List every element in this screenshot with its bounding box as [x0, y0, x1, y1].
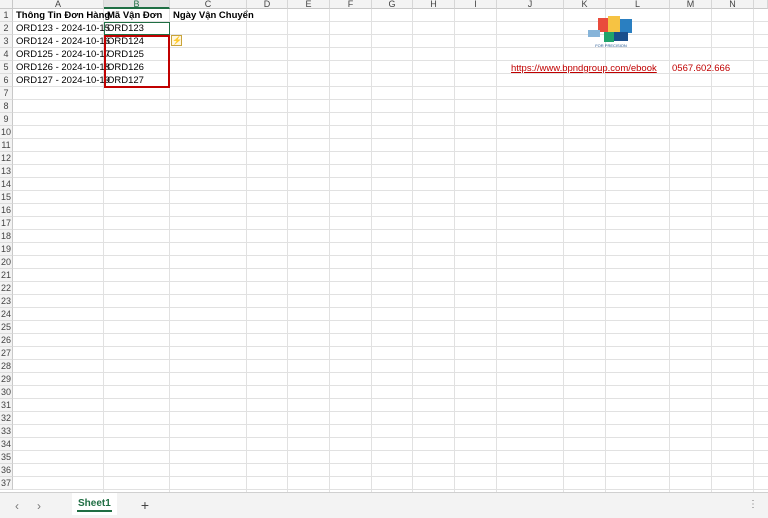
row-header-3[interactable]: 3 [0, 35, 13, 48]
row-header-6[interactable]: 6 [0, 74, 13, 87]
row-header-1[interactable]: 1 [0, 9, 13, 22]
column-header-d[interactable]: D [247, 0, 288, 9]
flash-fill-options-icon[interactable]: ⚡ [171, 35, 182, 46]
prev-sheet-button[interactable]: ‹ [10, 499, 24, 513]
cell-b1[interactable]: Mã Vận Đơn [107, 9, 162, 22]
more-options-icon[interactable]: ⋮ [748, 499, 758, 510]
selection-highlight-box [104, 35, 170, 88]
row-header-25[interactable]: 25 [0, 321, 13, 334]
row-header-17[interactable]: 17 [0, 217, 13, 230]
row-header-28[interactable]: 28 [0, 360, 13, 373]
row-header-10[interactable]: 10 [0, 126, 13, 139]
row-header-2[interactable]: 2 [0, 22, 13, 35]
row-header-37[interactable]: 37 [0, 477, 13, 490]
next-sheet-button[interactable]: › [32, 499, 46, 513]
column-header-j[interactable]: J [497, 0, 564, 9]
cell-a2[interactable]: ORD123 - 2024-10-15 [16, 22, 110, 35]
logo-caption: FOR PRECISION [595, 43, 627, 48]
row-header-31[interactable]: 31 [0, 399, 13, 412]
row-header-29[interactable]: 29 [0, 373, 13, 386]
row-header-23[interactable]: 23 [0, 295, 13, 308]
column-header-l[interactable]: L [606, 0, 670, 9]
active-cell-outline [104, 22, 170, 35]
row-header-34[interactable]: 34 [0, 438, 13, 451]
cell-c1[interactable]: Ngày Vận Chuyển [173, 9, 254, 22]
cell-a4[interactable]: ORD125 - 2024-10-17 [16, 48, 110, 61]
row-header-15[interactable]: 15 [0, 191, 13, 204]
cell-a3[interactable]: ORD124 - 2024-10-16 [16, 35, 110, 48]
column-header-m[interactable]: M [670, 0, 712, 9]
column-header-k[interactable]: K [564, 0, 606, 9]
column-header-g[interactable]: G [372, 0, 413, 9]
row-header-5[interactable]: 5 [0, 61, 13, 74]
column-header-o[interactable] [754, 0, 768, 9]
row-header-16[interactable]: 16 [0, 204, 13, 217]
row-header-26[interactable]: 26 [0, 334, 13, 347]
add-sheet-button[interactable]: + [138, 498, 152, 512]
column-header-h[interactable]: H [413, 0, 455, 9]
row-header-20[interactable]: 20 [0, 256, 13, 269]
column-header-i[interactable]: I [455, 0, 497, 9]
column-header-a[interactable]: A [13, 0, 104, 9]
column-header-f[interactable]: F [330, 0, 372, 9]
row-header-11[interactable]: 11 [0, 139, 13, 152]
row-header-36[interactable]: 36 [0, 464, 13, 477]
cell-a5[interactable]: ORD126 - 2024-10-18 [16, 61, 110, 74]
row-header-27[interactable]: 27 [0, 347, 13, 360]
row-header-13[interactable]: 13 [0, 165, 13, 178]
row-header-21[interactable]: 21 [0, 269, 13, 282]
sheet-tab-bar: ‹ › Sheet1 + ⋮ [0, 492, 768, 518]
row-header-12[interactable]: 12 [0, 152, 13, 165]
row-header-7[interactable]: 7 [0, 87, 13, 100]
row-header-8[interactable]: 8 [0, 100, 13, 113]
column-header-c[interactable]: C [170, 0, 247, 9]
row-header-24[interactable]: 24 [0, 308, 13, 321]
sheet-tab-sheet1[interactable]: Sheet1 [72, 493, 117, 515]
ebook-link[interactable]: https://www.bpndgroup.com/ebook [511, 62, 657, 75]
row-header-19[interactable]: 19 [0, 243, 13, 256]
row-header-30[interactable]: 30 [0, 386, 13, 399]
row-header-32[interactable]: 32 [0, 412, 13, 425]
column-header-b[interactable]: B [104, 0, 170, 9]
row-header-9[interactable]: 9 [0, 113, 13, 126]
row-header-4[interactable]: 4 [0, 48, 13, 61]
row-header-22[interactable]: 22 [0, 282, 13, 295]
cell-a6[interactable]: ORD127 - 2024-10-19 [16, 74, 110, 87]
row-header-18[interactable]: 18 [0, 230, 13, 243]
cell-a1[interactable]: Thông Tin Đơn Hàng [16, 9, 110, 22]
select-all-corner[interactable] [0, 0, 13, 9]
spreadsheet-grid[interactable]: A B C D E F G H I J K L M N 1 2 3 4 5 6 7 8 9 10 1… [0, 0, 768, 492]
phone-number: 0567.602.666 [672, 63, 731, 74]
row-header-33[interactable]: 33 [0, 425, 13, 438]
row-header-14[interactable]: 14 [0, 178, 13, 191]
row-header-35[interactable]: 35 [0, 451, 13, 464]
bpnd-logo: FOR PRECISION [588, 16, 632, 48]
column-header-n[interactable]: N [712, 0, 754, 9]
column-header-e[interactable]: E [288, 0, 330, 9]
